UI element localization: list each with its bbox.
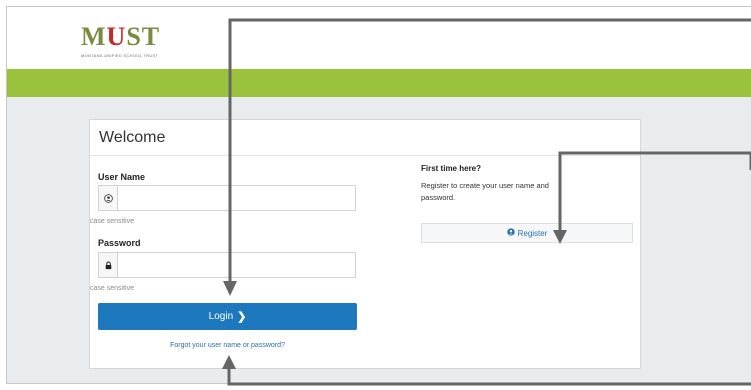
forgot-credentials-link[interactable]: Forgot your user name or password?	[98, 342, 357, 349]
lock-icon	[99, 253, 118, 277]
register-button-label: Register	[517, 228, 548, 238]
apple-icon: U	[106, 22, 127, 51]
card-divider	[90, 155, 640, 156]
password-input[interactable]	[118, 253, 354, 277]
register-description: Register to create your user name and pa…	[421, 181, 549, 202]
first-time-heading: First time here?	[421, 164, 482, 173]
user-icon	[99, 186, 118, 210]
logo-wordmark: MUST	[81, 22, 161, 51]
login-button[interactable]: Login ❯	[98, 303, 357, 330]
login-button-label: Login	[208, 311, 234, 322]
username-label: User Name	[98, 172, 146, 182]
username-field[interactable]	[98, 185, 356, 211]
chevron-right-icon: ❯	[237, 311, 247, 323]
browser-frame: MUST MONTANA UNIFIED SCHOOL TRUST Welcom…	[6, 6, 751, 384]
username-hint: case sensitive	[90, 218, 134, 225]
card-title: Welcome	[99, 129, 166, 146]
username-input[interactable]	[118, 186, 354, 210]
logo-tagline: MONTANA UNIFIED SCHOOL TRUST	[81, 53, 159, 58]
must-logo[interactable]: MUST MONTANA UNIFIED SCHOOL TRUST	[81, 19, 171, 63]
register-button[interactable]: Register	[421, 223, 633, 243]
login-card: Welcome User Name case sensitive Passwor…	[89, 119, 641, 369]
password-label: Password	[98, 238, 141, 248]
password-field[interactable]	[98, 252, 356, 278]
user-icon	[506, 228, 515, 238]
site-header: MUST MONTANA UNIFIED SCHOOL TRUST	[7, 7, 751, 69]
accent-bar	[7, 69, 751, 97]
password-hint: case sensitive	[90, 285, 134, 292]
